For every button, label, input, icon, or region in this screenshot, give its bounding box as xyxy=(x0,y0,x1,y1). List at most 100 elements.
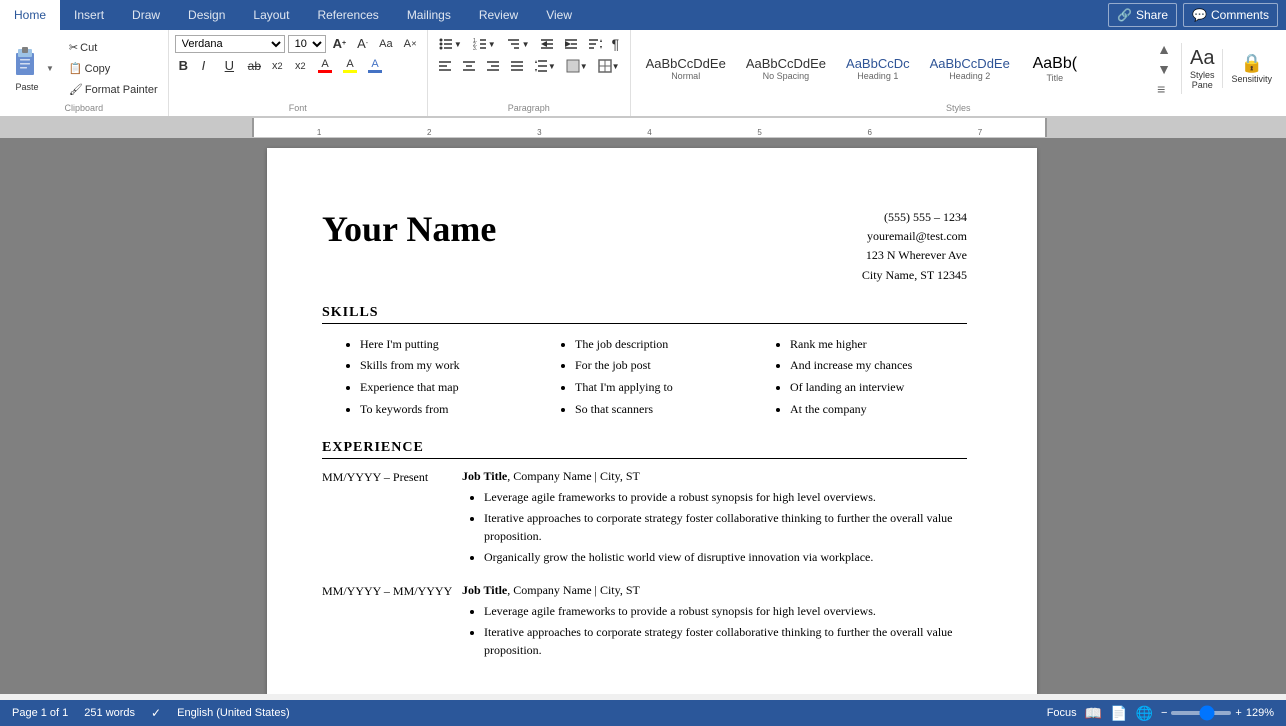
zoom-in-button[interactable]: + xyxy=(1235,707,1241,719)
read-mode-icon[interactable]: 📖 xyxy=(1085,705,1102,722)
zoom-level[interactable]: 129% xyxy=(1246,707,1274,719)
shading-button[interactable]: ▼ xyxy=(562,57,592,75)
numbered-list-button[interactable]: 1.2.3. ▼ xyxy=(468,35,500,53)
word-count: 251 words xyxy=(84,707,135,719)
strikethrough-button[interactable]: ab xyxy=(244,57,265,75)
applicant-name: Your Name xyxy=(322,208,496,250)
tab-draw[interactable]: Draw xyxy=(118,0,174,30)
print-layout-icon[interactable]: 📄 xyxy=(1110,705,1127,722)
multilevel-list-button[interactable]: ▼ xyxy=(502,35,534,53)
superscript-button[interactable]: x2 xyxy=(291,58,311,74)
cut-icon: ✂ xyxy=(69,41,78,54)
line-spacing-button[interactable]: ▼ xyxy=(530,57,560,75)
skills-grid: Here I'm putting Skills from my work Exp… xyxy=(322,334,967,420)
document-page: Your Name (555) 555 – 1234 youremail@tes… xyxy=(267,148,1037,694)
ribbon: Home Insert Draw Design Layout Reference… xyxy=(0,0,1286,118)
share-button[interactable]: 🔗 Share xyxy=(1108,3,1177,27)
font-family-select[interactable]: Verdana xyxy=(175,35,285,53)
job-dates-2: MM/YYYY – MM/YYYY xyxy=(322,583,462,662)
list-item: Experience that map xyxy=(360,377,537,399)
copy-button[interactable]: 📋 Copy xyxy=(65,60,162,77)
show-marks-button[interactable]: ¶ xyxy=(608,34,624,54)
underline-button[interactable]: U xyxy=(221,56,241,75)
font-shrink-button[interactable]: A- xyxy=(353,34,372,53)
clipboard-label: Clipboard xyxy=(6,103,162,116)
style-title[interactable]: AaBb( Title xyxy=(1021,50,1089,88)
styles-scroll-up[interactable]: ▲ xyxy=(1153,39,1175,59)
list-item: Organically grow the holistic world view… xyxy=(484,548,967,566)
clipboard-section: Paste ▼ ✂ Cut 📋 Copy 🖌 Format Pa xyxy=(0,30,169,116)
list-item: Iterative approaches to corporate strate… xyxy=(484,623,967,659)
change-case-button[interactable]: Aa xyxy=(375,36,396,52)
tab-design[interactable]: Design xyxy=(174,0,239,30)
highlight-button[interactable]: A xyxy=(339,56,361,75)
paste-button[interactable]: Paste ▼ xyxy=(6,41,62,96)
style-normal[interactable]: AaBbCcDdEe Normal xyxy=(637,51,735,86)
style-heading2[interactable]: AaBbCcDdEe Heading 2 xyxy=(921,51,1019,86)
list-item: The job description xyxy=(575,334,752,356)
font-size-select[interactable]: 10 xyxy=(288,35,326,53)
document-scroll[interactable]: Your Name (555) 555 – 1234 youremail@tes… xyxy=(18,138,1286,694)
style-no-spacing[interactable]: AaBbCcDdEe No Spacing xyxy=(737,51,835,86)
font-grow-button[interactable]: A+ xyxy=(329,34,350,53)
format-painter-button[interactable]: 🖌 Format Painter xyxy=(65,81,162,98)
style-heading1[interactable]: AaBbCcDc Heading 1 xyxy=(837,51,919,86)
comments-button[interactable]: 💬 Comments xyxy=(1183,3,1278,27)
skills-heading: SKILLS xyxy=(322,305,967,324)
list-item: So that scanners xyxy=(575,399,752,421)
paragraph-section: ▼ 1.2.3. ▼ ▼ xyxy=(428,30,631,116)
skills-col-1: Here I'm putting Skills from my work Exp… xyxy=(322,334,537,420)
align-left-button[interactable] xyxy=(434,57,456,75)
cut-button[interactable]: ✂ Cut xyxy=(65,39,162,56)
styles-scroll-down[interactable]: ▼ xyxy=(1153,59,1175,79)
proofing-icon[interactable]: ✓ xyxy=(151,706,161,720)
styles-pane-button[interactable]: Aa Styles Pane xyxy=(1181,43,1223,94)
contact-phone: (555) 555 – 1234 xyxy=(862,208,967,227)
italic-button[interactable]: I xyxy=(198,56,218,75)
zoom-slider[interactable] xyxy=(1171,711,1231,715)
list-item: Leverage agile frameworks to provide a r… xyxy=(484,602,967,620)
job-detail-2: Job Title, Company Name | City, ST Lever… xyxy=(462,583,967,662)
sort-button[interactable] xyxy=(584,35,606,53)
align-center-button[interactable] xyxy=(458,57,480,75)
styles-more[interactable]: ≡ xyxy=(1153,79,1175,99)
tab-review[interactable]: Review xyxy=(465,0,532,30)
tab-references[interactable]: References xyxy=(303,0,392,30)
web-layout-icon[interactable]: 🌐 xyxy=(1136,705,1153,722)
paste-icon xyxy=(12,45,42,81)
list-item: Of landing an interview xyxy=(790,377,967,399)
list-item: At the company xyxy=(790,399,967,421)
language[interactable]: English (United States) xyxy=(177,707,290,719)
list-item: To keywords from xyxy=(360,399,537,421)
tab-layout[interactable]: Layout xyxy=(239,0,303,30)
job-company-2: , Company Name | City, ST xyxy=(507,583,640,597)
tab-home[interactable]: Home xyxy=(0,0,60,30)
bullet-list-button[interactable]: ▼ xyxy=(434,35,466,53)
document-area: Your Name (555) 555 – 1234 youremail@tes… xyxy=(0,138,1286,694)
ribbon-tab-bar: Home Insert Draw Design Layout Reference… xyxy=(0,0,1286,30)
zoom-out-button[interactable]: − xyxy=(1161,707,1167,719)
svg-text:3.: 3. xyxy=(473,46,477,51)
align-right-button[interactable] xyxy=(482,57,504,75)
justify-icon xyxy=(510,59,524,73)
ribbon-body: Paste ▼ ✂ Cut 📋 Copy 🖌 Format Pa xyxy=(0,30,1286,116)
tab-view[interactable]: View xyxy=(532,0,586,30)
align-right-icon xyxy=(486,59,500,73)
tab-mailings[interactable]: Mailings xyxy=(393,0,465,30)
justify-button[interactable] xyxy=(506,57,528,75)
tab-insert[interactable]: Insert xyxy=(60,0,118,30)
line-spacing-icon xyxy=(534,59,548,73)
decrease-indent-button[interactable] xyxy=(536,35,558,53)
zoom-control: − + 129% xyxy=(1161,707,1274,719)
subscript-button[interactable]: x2 xyxy=(268,58,288,74)
increase-indent-button[interactable] xyxy=(560,35,582,53)
font-color-button[interactable]: A xyxy=(314,56,336,75)
focus-button[interactable]: Focus xyxy=(1047,707,1077,719)
sensitivity-button[interactable]: 🔒 Sensitivity xyxy=(1222,49,1280,88)
clear-formatting-button[interactable]: A✕ xyxy=(400,36,421,52)
borders-button[interactable]: ▼ xyxy=(594,57,624,75)
experience-heading: EXPERIENCE xyxy=(322,440,967,459)
borders-icon xyxy=(598,59,612,73)
bold-button[interactable]: B xyxy=(175,56,195,75)
text-effects-button[interactable]: A xyxy=(364,56,386,75)
